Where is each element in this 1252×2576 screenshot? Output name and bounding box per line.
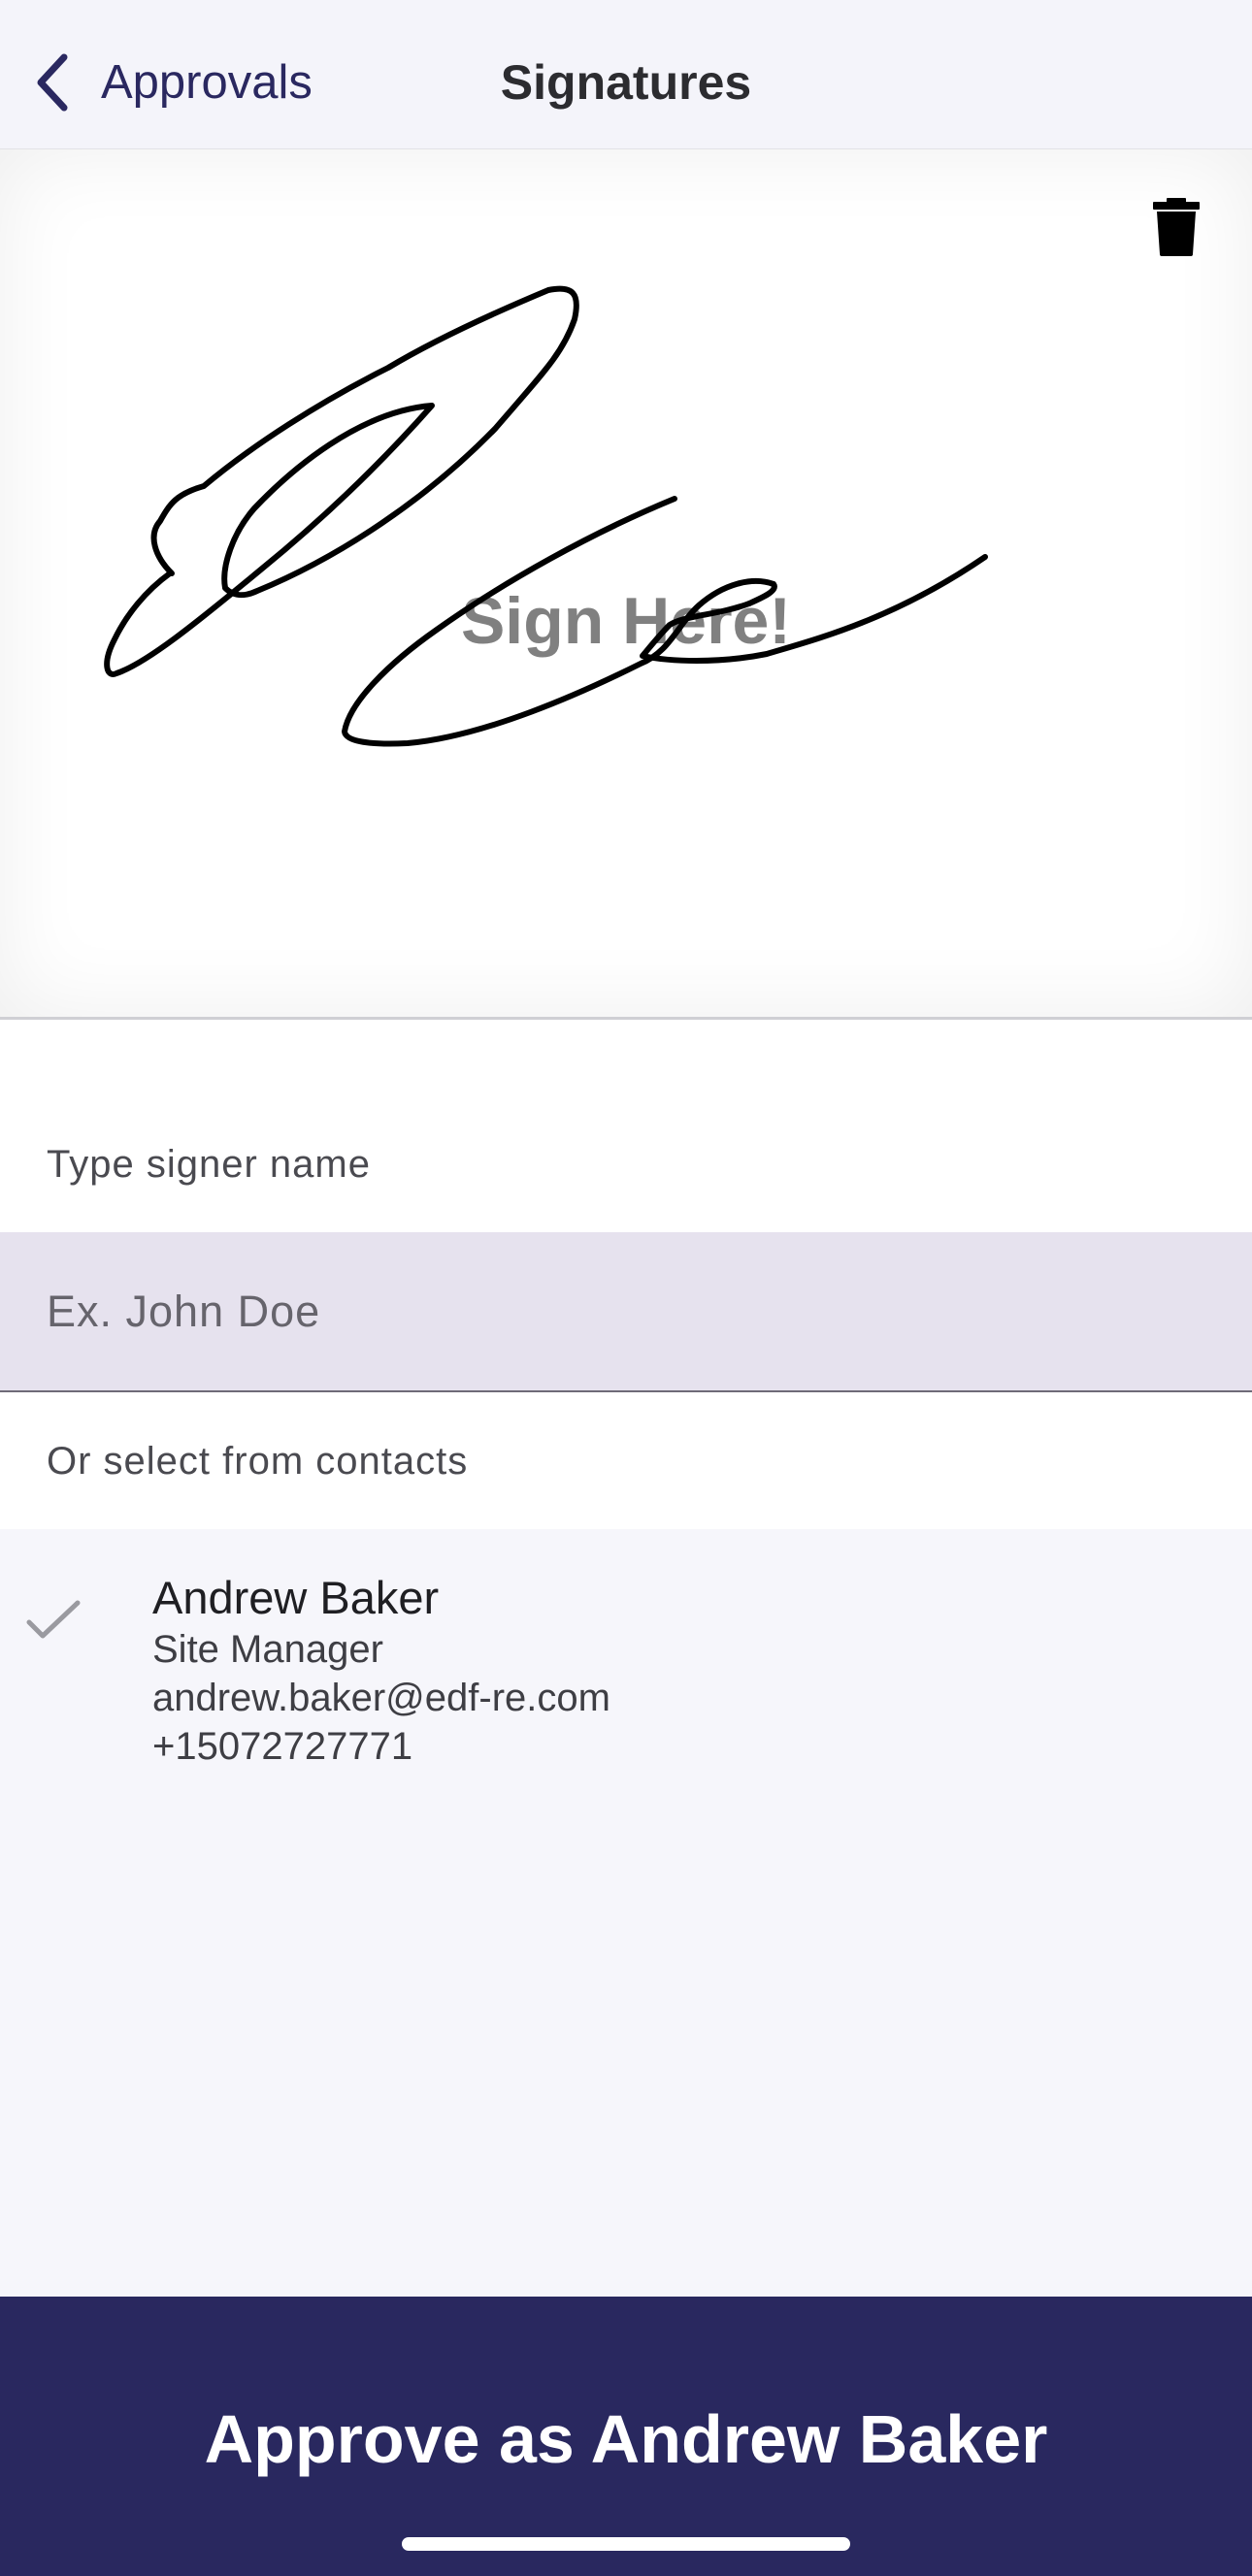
- signature-stroke: [104, 285, 988, 747]
- approve-button[interactable]: Approve as Andrew Baker: [0, 2297, 1252, 2576]
- signer-name-label: Type signer name: [47, 1143, 371, 1186]
- signature-pad[interactable]: Sign Here!: [0, 148, 1252, 1020]
- clear-signature-button[interactable]: [1153, 198, 1200, 256]
- page-title: Signatures: [500, 55, 752, 110]
- contact-item[interactable]: Andrew Baker Site Manager andrew.baker@e…: [0, 1529, 1252, 1781]
- contact-email: andrew.baker@edf-re.com: [152, 1677, 610, 1719]
- contact-name: Andrew Baker: [152, 1572, 440, 1623]
- home-indicator: [402, 2537, 850, 2551]
- checkmark-icon: [26, 1600, 81, 1639]
- contact-phone: +15072727771: [152, 1725, 413, 1768]
- approve-button-label: Approve as Andrew Baker: [204, 2401, 1048, 2477]
- trash-icon: [1153, 198, 1200, 256]
- contacts-label: Or select from contacts: [47, 1440, 469, 1483]
- contact-role: Site Manager: [152, 1628, 383, 1671]
- signer-name-input[interactable]: [0, 1232, 1252, 1392]
- navigation-bar: Approvals Signatures: [0, 0, 1252, 148]
